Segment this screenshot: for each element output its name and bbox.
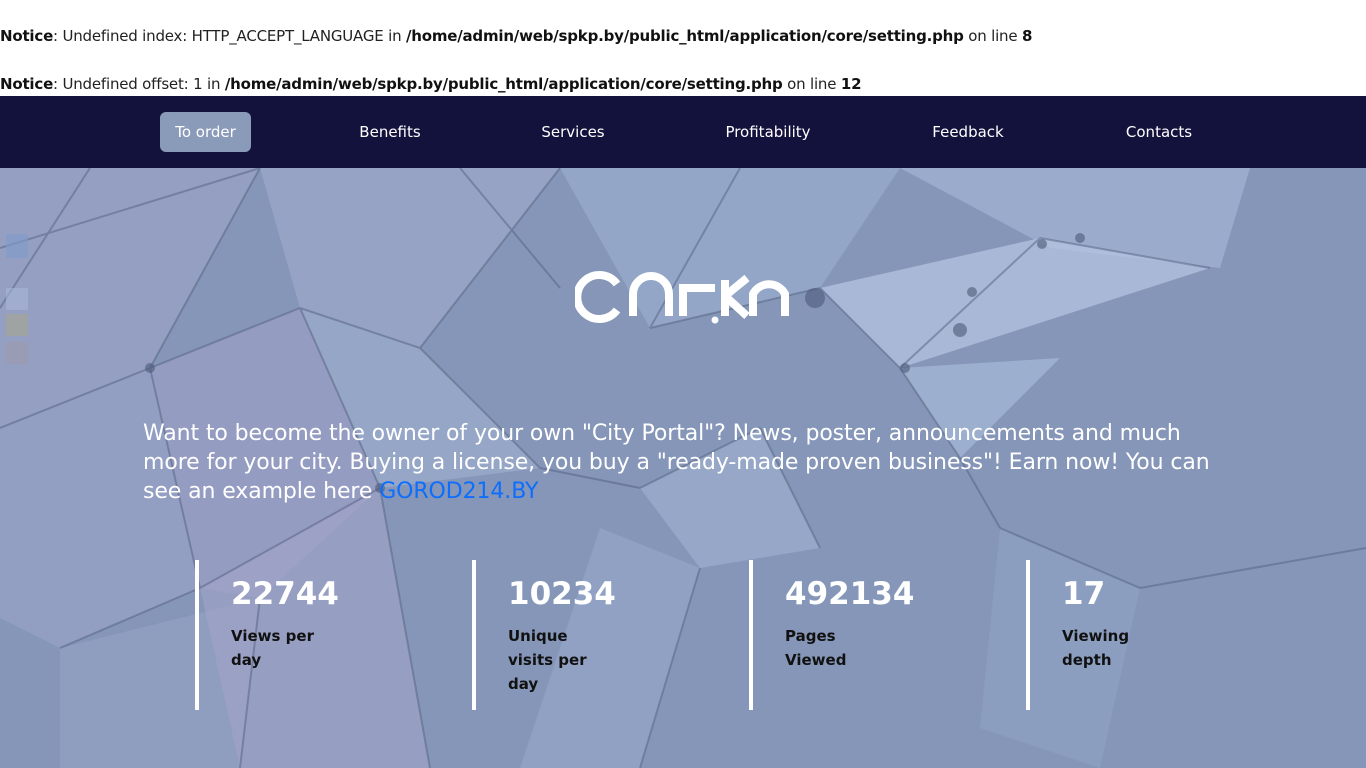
hero-headline-text: Want to become the owner of your own "Ci…: [143, 421, 1210, 504]
notice-line-number: 12: [840, 75, 862, 93]
hero-headline: Want to become the owner of your own "Ci…: [143, 419, 1223, 506]
stat-label: Unique visits per day: [508, 627, 587, 693]
nav-services[interactable]: Services: [528, 112, 618, 152]
stat-label: Pages Viewed: [785, 627, 847, 669]
main-navbar: To order Benefits Services Profitability…: [0, 96, 1366, 168]
stat-value: 10234: [508, 576, 616, 612]
stat-label: Views per day: [231, 627, 314, 669]
nav-to-order[interactable]: To order: [160, 112, 251, 152]
stat-viewing-depth: 17 Viewing depth: [1026, 560, 1270, 710]
php-notices: Notice: Undefined index: HTTP_ACCEPT_LAN…: [0, 0, 1366, 96]
nav-feedback[interactable]: Feedback: [923, 112, 1013, 152]
stat-pages-viewed: 492134 Pages Viewed: [749, 560, 993, 710]
onkn-logo: [575, 271, 789, 324]
hero-section: Want to become the owner of your own "Ci…: [0, 168, 1366, 768]
stat-unique-visits: 10234 Unique visits per day: [472, 560, 716, 710]
stat-value: 22744: [231, 576, 339, 612]
stat-label: Viewing depth: [1062, 627, 1130, 669]
notice-line-1: Notice: Undefined index: HTTP_ACCEPT_LAN…: [0, 27, 1032, 45]
stat-value: 492134: [785, 576, 915, 612]
notice-text: : Undefined offset: 1 in: [53, 75, 225, 93]
notice-label: Notice: [0, 27, 54, 45]
notice-line-number: 8: [1021, 27, 1033, 45]
notice-on-line: on line: [782, 75, 841, 93]
stat-views-per-day: 22744 Views per day: [195, 560, 439, 710]
example-link[interactable]: GOROD214.BY: [379, 479, 538, 504]
stat-value: 17: [1062, 576, 1106, 612]
notice-path: /home/admin/web/spkp.by/public_html/appl…: [405, 27, 964, 45]
notice-text: : Undefined index: HTTP_ACCEPT_LANGUAGE …: [53, 27, 406, 45]
nav-benefits[interactable]: Benefits: [345, 112, 435, 152]
notice-line-2: Notice: Undefined offset: 1 in /home/adm…: [0, 75, 862, 93]
nav-contacts[interactable]: Contacts: [1114, 112, 1204, 152]
nav-profitability[interactable]: Profitability: [718, 112, 818, 152]
notice-on-line: on line: [963, 27, 1022, 45]
notice-label: Notice: [0, 75, 54, 93]
notice-path: /home/admin/web/spkp.by/public_html/appl…: [224, 75, 783, 93]
